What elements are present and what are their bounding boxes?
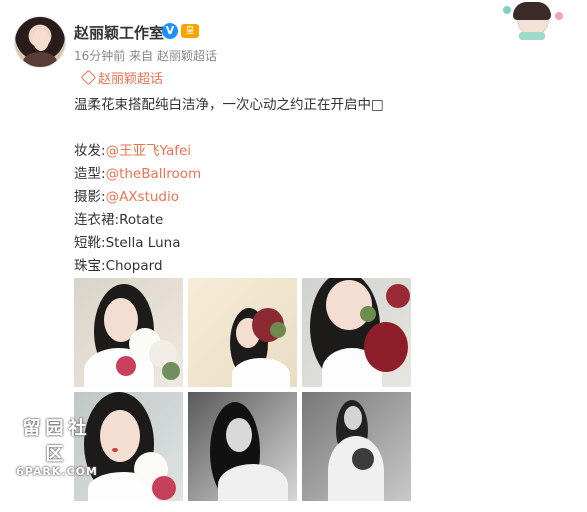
credit-boots: 短靴:Stella Luna [74,232,384,255]
post-meta: 16分钟前 来自 赵丽颖超话 [74,47,217,64]
credit-value: Stella Luna [105,235,181,251]
post-time[interactable]: 16分钟前 [74,49,125,63]
avatar-body [23,52,57,67]
credit-dress: 连衣裙:Rotate [74,209,384,232]
photo-leaf [270,322,286,338]
photo-dress [232,358,290,387]
watermark-cn: 留园社区 [22,418,92,465]
credit-jewelry: 珠宝:Chopard [74,255,384,278]
credit-styling: 造型:@theBallroom [74,163,384,186]
photo-lips [112,448,118,452]
topic-link-label: 赵丽颖超话 [98,72,164,87]
photo-face [326,280,372,330]
avatar-face [33,29,49,51]
photo-2[interactable] [188,278,297,387]
credit-makeup: 妆发:@王亚飞Yafei [74,140,384,163]
photo-6[interactable] [302,392,411,501]
photo-face [344,406,362,430]
credit-label: 连衣裙: [74,212,120,228]
from-label: 来自 [129,49,154,63]
deco-dot [555,12,563,20]
photo-face [226,418,252,452]
credit-mention[interactable]: @theBallroom [106,166,202,182]
photo-3[interactable] [302,278,411,387]
corner-avatar-icon[interactable] [503,0,565,44]
credit-label: 造型: [74,166,106,182]
photo-5[interactable] [188,392,297,501]
photo-flower [352,448,374,470]
deco-bar [519,32,545,40]
photo-face [100,410,140,462]
credit-photography: 摄影:@AXstudio [74,186,384,209]
topic-diamond-icon [80,69,97,86]
post-body: 温柔花束搭配纯白洁净，一次心动之约正在开启中□ 妆发:@王亚飞Yafei 造型:… [74,94,384,278]
credit-value: Rotate [119,212,164,228]
username[interactable]: 赵丽颖工作室 [74,22,164,43]
photo-flower [386,284,410,308]
photo-flower [364,322,408,372]
credit-value: Chopard [105,258,163,274]
deco-hair [513,2,551,20]
credit-label: 珠宝: [74,258,106,274]
photo-1[interactable] [74,278,183,387]
photo-dress [218,464,288,501]
verified-icon: V [162,23,178,39]
watermark-en: 6PARK.COM [16,465,98,478]
photo-leaf [162,362,180,380]
post-main-text: 温柔花束搭配纯白洁净，一次心动之约正在开启中□ [74,97,384,113]
deco-dot [503,6,511,14]
crown-icon: 皇 [181,24,199,38]
avatar[interactable] [14,16,66,68]
credit-label: 短靴: [74,235,106,251]
credit-label: 妆发: [74,143,106,159]
photo-flower [152,476,176,500]
photo-flower [116,356,136,376]
credit-mention[interactable]: @王亚飞Yafei [106,143,191,159]
topic-link[interactable]: 赵丽颖超话 [80,68,164,87]
photo-leaf [360,306,376,322]
photo-dress [328,436,384,501]
post-source[interactable]: 赵丽颖超话 [157,49,217,63]
credit-mention[interactable]: @AXstudio [106,189,179,205]
credit-label: 摄影: [74,189,106,205]
site-watermark: 留园社区 6PARK.COM [12,414,102,478]
